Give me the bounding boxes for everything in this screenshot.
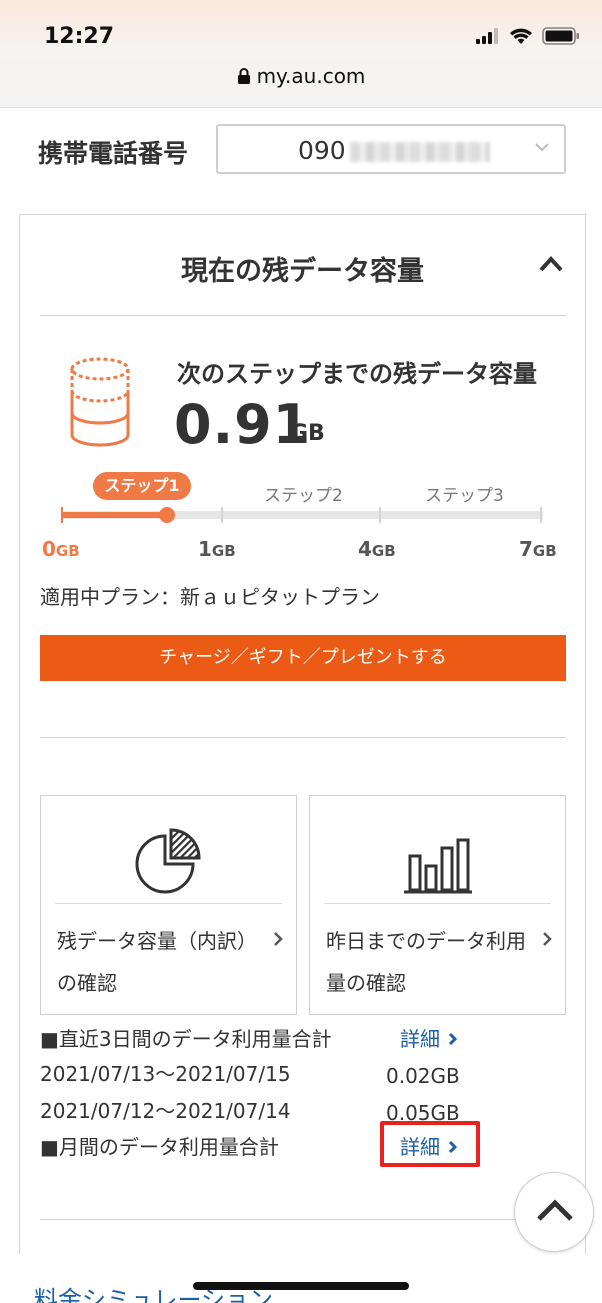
browser-top-bar: 12:27 my.au.com xyxy=(0,0,602,108)
tile-label: 昨日までのデータ利用量の確認 xyxy=(326,929,526,995)
current-plan-text: 適用中プラン：新ａｕピタットプラン xyxy=(40,585,380,609)
step-label-2: ステップ2 xyxy=(264,486,343,506)
step-tick xyxy=(61,507,63,523)
wifi-icon xyxy=(510,28,532,44)
database-icon xyxy=(70,357,130,447)
tile-remaining-breakdown[interactable]: 残データ容量（内訳）の確認 xyxy=(40,795,297,1015)
chevron-right-icon xyxy=(274,932,283,946)
recent-usage-heading: ■直近3日間のデータ利用量合計 xyxy=(40,1027,332,1051)
tile-usage-until-yesterday[interactable]: 昨日までのデータ利用量の確認 xyxy=(309,795,566,1015)
step-tick xyxy=(540,507,542,523)
charge-gift-present-button[interactable]: チャージ／ギフト／プレゼントする xyxy=(40,635,566,681)
usage-date-range: 2021/07/13〜2021/07/15 xyxy=(40,1062,291,1086)
phone-number-row: 携帯電話番号 090 xyxy=(38,124,566,174)
usage-date-range: 2021/07/12〜2021/07/14 xyxy=(40,1099,291,1123)
scale-label-1: 1GB xyxy=(198,537,236,561)
home-indicator xyxy=(193,1282,409,1290)
lock-icon xyxy=(237,68,250,84)
chevron-right-icon xyxy=(543,932,552,946)
step-badge-active: ステップ1 xyxy=(93,472,191,500)
step-progress-knob xyxy=(159,507,175,523)
pie-chart-icon xyxy=(135,828,201,894)
divider xyxy=(40,315,566,316)
remaining-data-unit: GB xyxy=(290,421,325,446)
status-time: 12:27 xyxy=(44,24,115,49)
cellular-signal-icon xyxy=(476,28,498,44)
next-step-label: 次のステップまでの残データ容量 xyxy=(177,360,537,388)
status-icons xyxy=(476,27,580,45)
tile-divider xyxy=(324,903,551,904)
chevron-up-icon[interactable] xyxy=(537,253,565,275)
scale-label-7: 7GB xyxy=(519,537,557,561)
url-bar[interactable]: my.au.com xyxy=(0,64,602,88)
tile-divider xyxy=(55,903,282,904)
divider xyxy=(40,1219,566,1220)
phone-number-value: 090 xyxy=(298,136,346,165)
highlight-box xyxy=(380,1121,480,1167)
phone-number-label: 携帯電話番号 xyxy=(38,139,189,168)
step-tick xyxy=(221,507,223,523)
data-remaining-card: 現在の残データ容量 次のステップまでの残データ容量 0.91 GB ステップ1 … xyxy=(19,214,586,1254)
step-progress-fill xyxy=(61,512,165,518)
card-title: 現在の残データ容量 xyxy=(181,256,424,287)
monthly-usage-heading: ■月間のデータ利用量合計 xyxy=(40,1135,279,1159)
tile-label: 残データ容量（内訳）の確認 xyxy=(57,929,257,995)
usage-value: 0.02GB xyxy=(386,1064,460,1088)
chevron-down-icon xyxy=(535,143,549,152)
step-tick xyxy=(379,507,381,523)
chevron-up-icon xyxy=(537,1199,573,1221)
scale-label-0: 0GB xyxy=(42,537,80,561)
url-text: my.au.com xyxy=(256,64,366,88)
chevron-right-icon xyxy=(448,1032,458,1046)
phone-number-select[interactable]: 090 xyxy=(216,124,566,174)
bar-chart-icon xyxy=(403,838,472,894)
phone-number-redacted xyxy=(350,142,490,162)
divider xyxy=(40,737,566,738)
step-label-3: ステップ3 xyxy=(425,486,504,506)
scroll-to-top-button[interactable] xyxy=(514,1172,594,1252)
battery-icon xyxy=(542,27,579,45)
recent-usage-detail-link[interactable]: 詳細 xyxy=(400,1023,458,1052)
scale-label-4: 4GB xyxy=(358,537,396,561)
